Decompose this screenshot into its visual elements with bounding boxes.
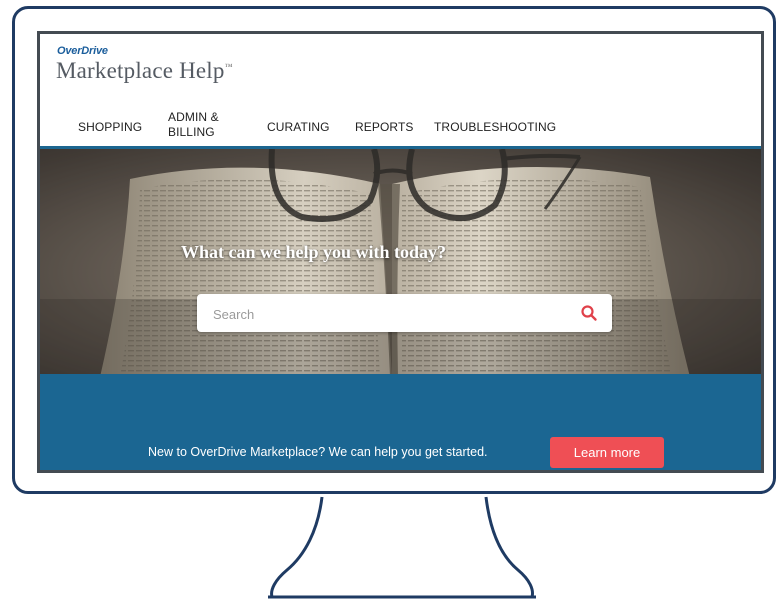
nav-admin-billing-line1: ADMIN & [168, 110, 219, 124]
site-title[interactable]: Marketplace Help™ [56, 58, 233, 84]
nav-shopping[interactable]: SHOPPING [78, 120, 142, 135]
nav-admin-billing-line2: BILLING [168, 125, 215, 139]
nav-troubleshooting[interactable]: TROUBLESHOOTING [434, 120, 556, 135]
learn-more-button[interactable]: Learn more [550, 437, 664, 468]
trademark-mark: ™ [224, 62, 233, 71]
nav-reports[interactable]: REPORTS [355, 120, 414, 135]
overdrive-logo[interactable]: OverDrive [57, 45, 108, 57]
search-input[interactable] [211, 294, 575, 334]
hero-section: What can we help you with today? [40, 146, 761, 374]
site-header: OverDrive Marketplace Help™ SHOPPING ADM… [40, 34, 761, 146]
hero-title: What can we help you with today? [181, 242, 447, 262]
search-box [197, 294, 612, 334]
nav-admin-billing[interactable]: ADMIN & BILLING [168, 110, 238, 140]
getting-started-banner: New to OverDrive Marketplace? We can hel… [40, 374, 761, 470]
site-title-text: Marketplace Help [56, 58, 225, 83]
banner-text: New to OverDrive Marketplace? We can hel… [148, 445, 488, 459]
nav-curating[interactable]: CURATING [267, 120, 330, 135]
browser-screen: OverDrive Marketplace Help™ SHOPPING ADM… [37, 31, 764, 473]
main-nav: SHOPPING ADMIN & BILLING CURATING REPORT… [40, 104, 761, 146]
search-icon[interactable] [580, 304, 598, 322]
